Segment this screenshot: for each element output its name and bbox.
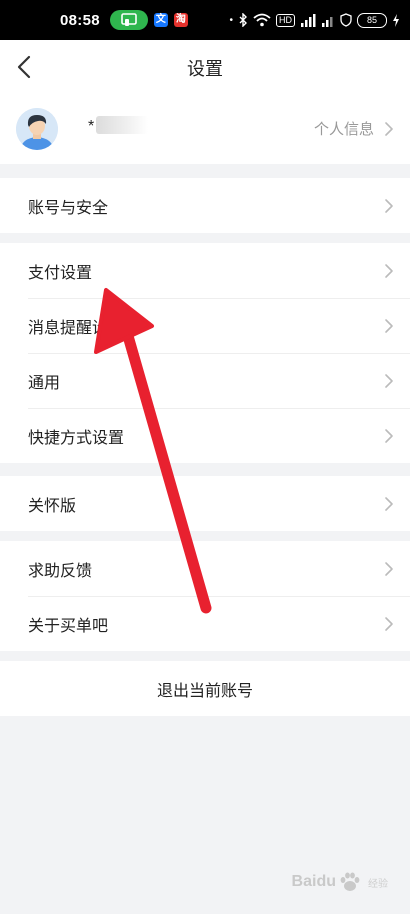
user-avatar-icon	[16, 108, 58, 150]
menu-item-label: 账号与安全	[28, 199, 109, 217]
shield-icon	[340, 13, 352, 27]
menu-item-label: 快捷方式设置	[28, 429, 125, 447]
paw-icon	[340, 872, 360, 891]
menu-item-message-reminders[interactable]: 消息提醒设置	[0, 298, 410, 353]
dot-icon: •	[229, 14, 233, 26]
settings-group-account: 账号与安全	[0, 178, 410, 233]
page-title: 设置	[187, 59, 223, 79]
chevron-right-icon	[385, 373, 393, 388]
charging-icon	[393, 13, 399, 27]
menu-item-label: 关怀版	[28, 497, 77, 515]
user-nickname: *	[88, 118, 95, 135]
personal-info-label: 个人信息	[313, 121, 374, 138]
chevron-right-icon	[385, 198, 393, 213]
screen-cast-icon	[121, 13, 137, 26]
hd-badge: HD	[276, 13, 295, 27]
screen-cast-indicator	[109, 10, 148, 30]
signal-2-icon	[322, 16, 333, 27]
bluetooth-icon	[239, 13, 247, 27]
status-bar: 08:58 文 淘 • HD 85	[0, 0, 410, 40]
menu-item-label: 消息提醒设置	[28, 319, 125, 337]
wifi-icon	[253, 13, 271, 27]
chevron-right-icon	[385, 263, 393, 278]
menu-item-account-security[interactable]: 账号与安全	[0, 178, 410, 233]
chevron-right-icon	[385, 121, 393, 136]
chevron-right-icon	[385, 496, 393, 511]
chevron-right-icon	[385, 616, 393, 631]
translate-app-icon: 文	[153, 13, 168, 27]
baidu-watermark: Baidu 经验	[292, 872, 388, 892]
battery-indicator: 85	[357, 12, 387, 28]
baidu-jingyan-text: 经验	[368, 878, 388, 890]
baidu-brand-text: Baidu	[291, 873, 336, 890]
profile-row[interactable]: * 个人信息	[0, 94, 410, 164]
settings-group-help: 求助反馈 关于买单吧	[0, 541, 410, 651]
chevron-right-icon	[385, 428, 393, 443]
menu-item-about[interactable]: 关于买单吧	[0, 596, 410, 651]
menu-item-payment-settings[interactable]: 支付设置	[0, 243, 410, 298]
app-header: 设置	[0, 40, 410, 94]
status-time: 08:58	[60, 11, 100, 29]
menu-item-general[interactable]: 通用	[0, 353, 410, 408]
menu-item-label: 求助反馈	[28, 562, 93, 580]
settings-group-general: 支付设置 消息提醒设置 通用 快捷方式设置	[0, 243, 410, 463]
logout-button[interactable]: 退出当前账号	[0, 661, 410, 716]
chevron-right-icon	[385, 561, 393, 576]
menu-item-shortcut-settings[interactable]: 快捷方式设置	[0, 408, 410, 463]
personal-info-link[interactable]: 个人信息	[314, 118, 394, 139]
chevron-right-icon	[385, 318, 393, 333]
menu-item-help-feedback[interactable]: 求助反馈	[0, 541, 410, 596]
settings-group-care: 关怀版	[0, 476, 410, 531]
menu-item-label: 通用	[28, 374, 61, 392]
menu-item-label: 支付设置	[28, 264, 93, 282]
menu-item-label: 关于买单吧	[28, 617, 109, 635]
signal-icon	[301, 13, 316, 27]
nickname-redaction	[96, 116, 148, 134]
menu-item-care-mode[interactable]: 关怀版	[0, 476, 410, 531]
shopping-app-icon: 淘	[173, 13, 188, 27]
status-icons: • HD 85	[229, 12, 400, 28]
